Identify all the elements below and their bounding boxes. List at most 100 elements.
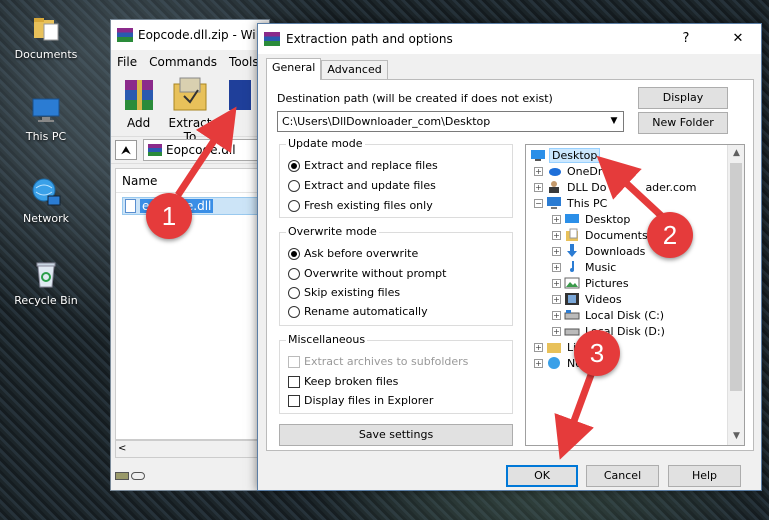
tree-item-downloads[interactable]: + Downloads [552,243,647,259]
tree-item-onedrive[interactable]: + OneDr [534,163,604,179]
collapse-icon[interactable]: − [534,198,543,208]
desktop-icon-label: Network [23,212,69,225]
help-title-button[interactable]: ? [663,24,709,54]
radio-overwrite-without-prompt[interactable]: Overwrite without prompt [288,267,446,280]
computer-icon [30,94,62,126]
checkbox-icon [288,355,300,368]
checkbox-keep-broken-files[interactable]: Keep broken files [288,375,398,388]
dialog-titlebar[interactable]: Extraction path and options ? ✕ [258,24,761,54]
radio-selected-icon[interactable] [288,247,300,260]
desktop-icon-network[interactable]: Network [8,176,84,225]
tree-item-videos[interactable]: + Videos [552,291,624,307]
tree-label: Downloads [585,244,646,258]
radio-selected-icon[interactable] [288,159,300,172]
dialog-app-icon [264,32,280,46]
menu-file[interactable]: File [117,55,137,69]
tree-item-desktop[interactable]: Desktop [530,147,601,163]
radio-extract-replace[interactable]: Extract and replace files [288,159,438,172]
expand-icon[interactable]: + [552,214,561,224]
desktop-icon-label: Documents [14,48,78,61]
display-button[interactable]: Display [638,87,728,109]
menu-tools[interactable]: Tools [229,55,259,69]
new-folder-button[interactable]: New Folder [638,112,728,134]
extract-folder-icon [170,76,210,114]
expand-icon[interactable]: + [552,230,561,240]
tree-item-pc-desktop[interactable]: + Desktop [552,211,632,227]
winrar-file-list[interactable]: Name eopcode.dll [115,168,269,440]
radio-skip-existing[interactable]: Skip existing files [288,286,400,299]
tab-advanced[interactable]: Advanced [321,60,388,80]
expand-icon[interactable]: + [534,166,543,176]
checkbox-display-in-explorer[interactable]: Display files in Explorer [288,394,433,407]
file-row[interactable]: eopcode.dll [122,197,268,215]
radio-ask-before-overwrite[interactable]: Ask before overwrite [288,247,418,260]
expand-icon[interactable]: + [552,246,561,256]
ok-button[interactable]: OK [506,465,578,487]
expand-icon[interactable]: + [534,358,543,368]
tree-vertical-scrollbar[interactable]: ▲ ▼ [727,145,744,445]
tree-item-pictures[interactable]: + Pictures [552,275,631,291]
archive-path-box[interactable]: Eopcode.dll [143,139,265,161]
desktop-icon-documents[interactable]: Documents [8,12,84,61]
tree-item-local-disk-c[interactable]: + Local Disk (C:) [552,307,666,323]
desktop-folder-icon [530,148,546,162]
help-button[interactable]: Help [668,465,741,487]
desktop-icon-recycle-bin[interactable]: Recycle Bin [8,258,84,307]
up-folder-button[interactable]: ⮝ [115,140,137,160]
expand-icon[interactable]: + [534,182,543,192]
radio-icon[interactable] [288,179,300,192]
step-badge-1: 1 [146,193,192,239]
download-arrow-icon [564,244,580,258]
extract-to-button[interactable]: Extract To [168,76,211,144]
checkbox-icon[interactable] [288,375,300,388]
tree-item-this-pc[interactable]: − This PC [534,195,609,211]
expand-icon[interactable]: + [552,278,561,288]
scroll-left-icon[interactable]: < [118,443,126,454]
folder-tree[interactable]: Desktop + OneDr + DLL Do ader.com − This… [525,144,745,446]
option-label: Fresh existing files only [304,199,433,212]
radio-icon[interactable] [288,267,300,280]
cloud-icon [546,164,562,178]
radio-fresh-existing[interactable]: Fresh existing files only [288,199,433,212]
tree-label: DLL Do [567,180,607,194]
scroll-down-icon[interactable]: ▼ [728,428,744,445]
option-label: Overwrite without prompt [304,267,447,280]
scrollbar-thumb[interactable] [730,163,742,391]
cancel-button[interactable]: Cancel [586,465,659,487]
column-header-name[interactable]: Name [116,169,268,193]
scroll-up-icon[interactable]: ▲ [728,145,744,162]
radio-rename-automatically[interactable]: Rename automatically [288,305,428,318]
desktop-icon-this-pc[interactable]: This PC [8,94,84,143]
tab-general[interactable]: General [266,58,322,80]
expand-icon[interactable]: + [534,342,543,352]
winrar-titlebar[interactable]: Eopcode.dll.zip - Wi [111,20,269,50]
destination-path-input[interactable]: C:\Users\DllDownloader_com\Desktop ▼ [277,111,624,132]
tree-item-music[interactable]: + Music [552,259,618,275]
expand-icon[interactable]: + [552,262,561,272]
radio-icon[interactable] [288,199,300,212]
winrar-menubar: File Commands Tools [111,50,269,74]
expand-icon[interactable]: + [552,310,561,320]
radio-extract-update[interactable]: Extract and update files [288,179,436,192]
desktop-folder-icon [564,212,580,226]
drive-icon [115,472,129,480]
expand-icon[interactable]: + [552,326,561,336]
chevron-down-icon[interactable]: ▼ [605,112,623,131]
menu-commands[interactable]: Commands [149,55,217,69]
add-button[interactable]: Add [117,76,160,134]
winrar-horizontal-scrollbar[interactable]: < [115,440,269,458]
tree-item-documents[interactable]: + Documents [552,227,650,243]
tree-label: Documents [585,228,648,242]
tree-item-dlldownloader[interactable]: + DLL Do ader.com [534,179,696,195]
add-label: Add [127,116,151,130]
expand-icon[interactable]: + [552,294,561,304]
radio-icon[interactable] [288,286,300,299]
close-button[interactable]: ✕ [715,24,761,54]
pictures-icon [564,276,580,290]
option-label: Ask before overwrite [304,247,419,260]
save-settings-button[interactable]: Save settings [279,424,513,446]
winrar-app-icon [117,28,133,42]
radio-icon[interactable] [288,305,300,318]
checkbox-icon[interactable] [288,394,300,407]
option-label: Extract and update files [304,179,436,192]
